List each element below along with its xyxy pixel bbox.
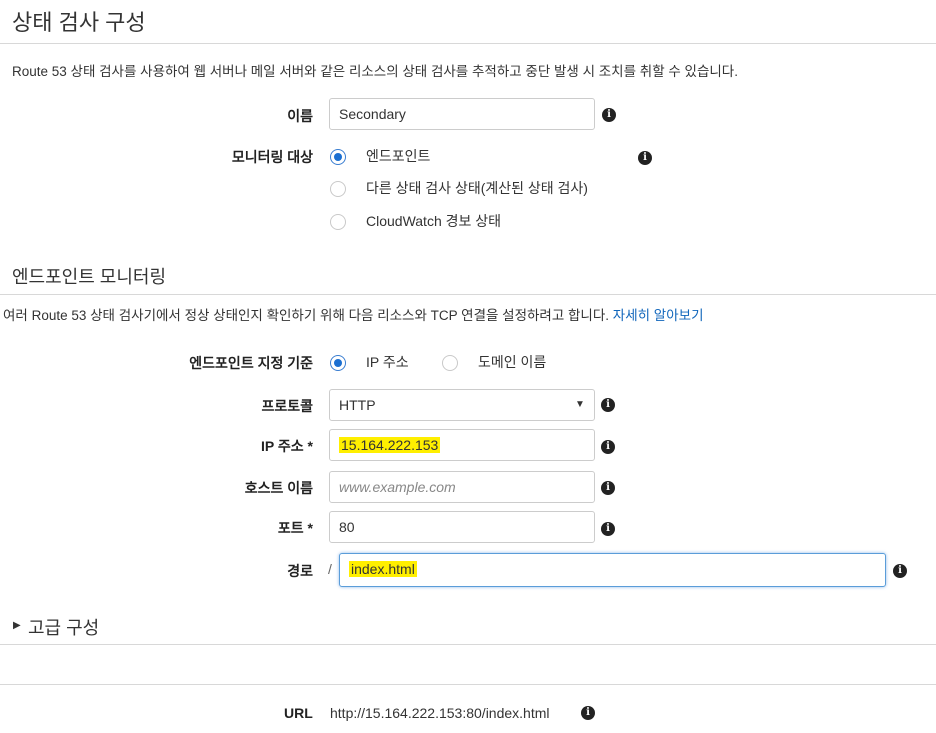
radio-cloudwatch[interactable] — [330, 214, 346, 230]
host-input[interactable]: www.example.com — [329, 471, 595, 503]
divider — [0, 644, 936, 645]
divider — [0, 43, 936, 44]
section-title-endpoint-monitoring: 엔드포인트 모니터링 — [12, 267, 167, 287]
name-input-value: Secondary — [339, 106, 406, 122]
advanced-config-toggle[interactable]: 고급 구성 — [28, 614, 99, 640]
protocol-label: 프로토콜 — [261, 398, 313, 414]
info-icon[interactable]: i — [601, 398, 615, 412]
info-icon[interactable]: i — [601, 481, 615, 495]
info-icon[interactable]: i — [893, 564, 907, 578]
port-input[interactable]: 80 — [329, 511, 595, 543]
info-icon[interactable]: i — [601, 440, 615, 454]
info-icon[interactable]: i — [581, 706, 595, 720]
description-text: 여러 Route 53 상태 검사기에서 정상 상태인지 확인하기 위해 다음 … — [3, 308, 610, 323]
chevron-down-icon[interactable]: ▼ — [575, 399, 585, 410]
radio-cloudwatch-label[interactable]: CloudWatch 경보 상태 — [366, 211, 501, 231]
radio-calculated[interactable] — [330, 181, 346, 197]
section-description-2: 여러 Route 53 상태 검사기에서 정상 상태인지 확인하기 위해 다음 … — [3, 304, 704, 324]
section-title-health-check: 상태 검사 구성 — [12, 10, 146, 35]
url-value: http://15.164.222.153:80/index.html — [330, 705, 550, 721]
radio-calculated-label[interactable]: 다른 상태 검사 상태(계산된 상태 검사) — [366, 178, 588, 198]
radio-endpoint-label[interactable]: 엔드포인트 — [366, 146, 430, 166]
info-icon[interactable]: i — [638, 151, 652, 165]
radio-domain-name-label[interactable]: 도메인 이름 — [478, 352, 546, 372]
path-prefix: / — [328, 561, 332, 577]
radio-endpoint[interactable] — [330, 149, 346, 165]
path-label: 경로 — [287, 563, 313, 579]
expand-triangle-icon[interactable]: ▶ — [13, 620, 21, 631]
name-label: 이름 — [287, 108, 313, 124]
name-input[interactable]: Secondary — [329, 98, 595, 130]
url-label: URL — [284, 705, 313, 721]
protocol-select[interactable]: HTTP — [329, 389, 595, 421]
host-input-placeholder: www.example.com — [339, 479, 456, 495]
monitor-label: 모니터링 대상 — [231, 149, 313, 165]
radio-ip-address[interactable] — [330, 355, 346, 371]
port-input-value: 80 — [339, 519, 355, 535]
ip-input[interactable]: 15.164.222.153 — [329, 429, 595, 461]
info-icon[interactable]: i — [602, 108, 616, 122]
divider — [0, 684, 936, 685]
port-label: 포트 * — [277, 520, 313, 536]
path-input[interactable]: index.html — [339, 553, 886, 587]
learn-more-link[interactable]: 자세히 알아보기 — [613, 308, 704, 323]
radio-ip-address-label[interactable]: IP 주소 — [366, 352, 409, 372]
protocol-select-value: HTTP — [339, 397, 376, 413]
info-icon[interactable]: i — [601, 522, 615, 536]
ip-label: IP 주소 * — [261, 438, 313, 454]
host-label: 호스트 이름 — [244, 480, 313, 496]
path-input-value: index.html — [349, 561, 417, 577]
ip-input-value: 15.164.222.153 — [339, 437, 441, 453]
endpoint-spec-label: 엔드포인트 지정 기준 — [189, 355, 313, 371]
radio-domain-name[interactable] — [442, 355, 458, 371]
section-description: Route 53 상태 검사를 사용하여 웹 서버나 메일 서버와 같은 리소스… — [12, 64, 738, 79]
divider — [0, 294, 936, 295]
